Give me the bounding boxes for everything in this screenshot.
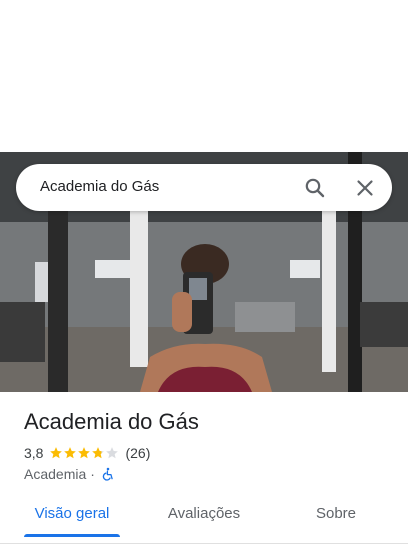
search-input[interactable]: Academia do Gás <box>40 178 159 195</box>
place-tabs: Visão geral Avaliações Sobre <box>0 494 408 544</box>
wheelchair-accessible-icon <box>102 467 113 481</box>
close-icon[interactable] <box>353 176 377 200</box>
star-icon <box>92 447 105 459</box>
star-rating <box>49 446 119 460</box>
active-tab-indicator <box>24 534 120 537</box>
tab-reviews[interactable]: Avaliações <box>154 494 254 534</box>
tab-about[interactable]: Sobre <box>296 494 376 534</box>
review-count[interactable]: (26) <box>125 445 150 461</box>
rating-value: 3,8 <box>24 445 44 461</box>
star-icon <box>50 447 63 459</box>
rating-row[interactable]: 3,8 (26) <box>24 444 150 462</box>
place-title: Academia do Gás <box>24 409 199 434</box>
separator: · <box>90 466 95 482</box>
search-bar[interactable]: Academia do Gás <box>16 164 392 211</box>
place-category[interactable]: Academia <box>24 466 86 482</box>
star-icon <box>78 447 91 459</box>
tab-overview[interactable]: Visão geral <box>24 494 120 534</box>
category-row: Academia · <box>24 465 115 483</box>
star-icon <box>64 447 77 459</box>
top-blank-area <box>0 0 408 152</box>
star-icon <box>106 447 119 459</box>
search-icon[interactable] <box>303 176 327 200</box>
